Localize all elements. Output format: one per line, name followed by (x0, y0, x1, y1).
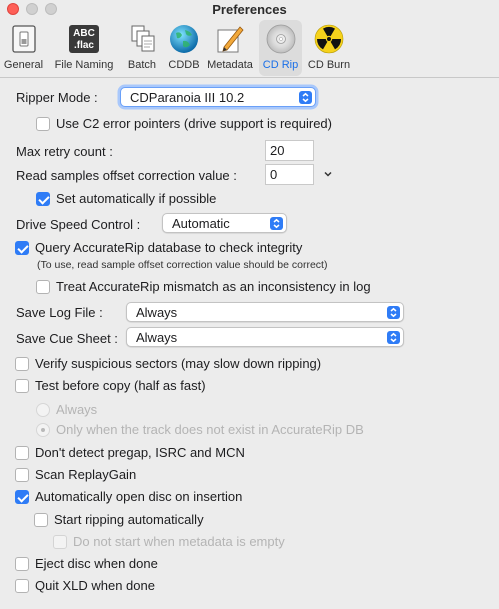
offset-label: Read samples offset correction value : (16, 168, 237, 183)
abc-flac-icon: ABC .flac (68, 23, 100, 55)
pencil-icon (214, 23, 246, 55)
window-title: Preferences (212, 2, 287, 17)
chevron-updown-icon (387, 331, 400, 344)
offset-input[interactable]: 0 (265, 164, 314, 185)
tab-label: Batch (127, 59, 157, 71)
save-log-popup[interactable]: Always (126, 302, 404, 322)
quit-checkbox[interactable] (15, 579, 29, 593)
chevron-updown-icon (387, 306, 400, 319)
tab-label: CD Burn (307, 59, 351, 71)
max-retry-input[interactable]: 20 (265, 140, 314, 161)
eject-checkbox[interactable] (15, 557, 29, 571)
preferences-toolbar: General ABC .flac File Naming Batch CDDB… (0, 20, 499, 78)
no-pregap-checkbox[interactable] (15, 446, 29, 460)
chevron-down-icon[interactable] (323, 167, 333, 182)
set-auto-label: Set automatically if possible (56, 191, 217, 206)
drive-speed-value: Automatic (172, 216, 230, 231)
svg-text:ABC: ABC (73, 28, 95, 39)
replaygain-label: Scan ReplayGain (35, 467, 137, 482)
verify-label: Verify suspicious sectors (may slow down… (35, 356, 322, 371)
ripper-mode-value: CDParanoia III 10.2 (130, 90, 245, 105)
save-cue-label: Save Cue Sheet : (16, 331, 118, 346)
save-cue-popup[interactable]: Always (126, 327, 404, 347)
max-retry-value: 20 (270, 143, 285, 158)
treat-mismatch-label: Treat AccurateRip mismatch as an inconsi… (56, 279, 371, 294)
test-only-when-label: Only when the track does not exist in Ac… (56, 422, 364, 437)
tab-file-naming[interactable]: ABC .flac File Naming (49, 20, 119, 76)
ripper-mode-popup[interactable]: CDParanoia III 10.2 (120, 87, 316, 107)
globe-icon (168, 23, 200, 55)
test-always-label: Always (56, 402, 98, 417)
quit-label: Quit XLD when done (35, 578, 155, 593)
save-cue-value: Always (136, 330, 178, 345)
tab-label: File Naming (54, 59, 114, 71)
treat-mismatch-checkbox[interactable] (36, 280, 50, 294)
tab-cddb[interactable]: CDDB (165, 20, 203, 76)
radiation-icon (313, 23, 345, 55)
tab-label: CD Rip (262, 59, 299, 71)
no-pregap-label: Don't detect pregap, ISRC and MCN (35, 445, 245, 460)
accuraterip-note: (To use, read sample offset correction v… (37, 259, 328, 271)
start-auto-checkbox[interactable] (34, 513, 48, 527)
drive-speed-label: Drive Speed Control : (16, 217, 141, 232)
tab-label: CDDB (168, 59, 200, 71)
verify-checkbox[interactable] (15, 357, 29, 371)
save-log-value: Always (136, 305, 178, 320)
test-always-radio[interactable] (36, 403, 50, 417)
accuraterip-checkbox[interactable] (15, 241, 29, 255)
auto-open-checkbox[interactable] (15, 490, 29, 504)
max-retry-label: Max retry count : (16, 144, 113, 159)
start-auto-label: Start ripping automatically (54, 512, 204, 527)
eject-label: Eject disc when done (35, 556, 158, 571)
svg-text:.flac: .flac (74, 40, 94, 51)
tab-label: Metadata (207, 59, 253, 71)
save-log-label: Save Log File : (16, 305, 103, 320)
test-only-when-radio[interactable] (36, 423, 50, 437)
tab-batch[interactable]: Batch (121, 20, 163, 76)
replaygain-checkbox[interactable] (15, 468, 29, 482)
ripper-mode-label: Ripper Mode : (16, 90, 98, 105)
tab-general[interactable]: General (0, 20, 47, 76)
tab-cd-burn[interactable]: CD Burn (304, 20, 354, 76)
test-before-checkbox[interactable] (15, 379, 29, 393)
tab-label: General (3, 59, 44, 71)
no-start-meta-label: Do not start when metadata is empty (73, 534, 285, 549)
test-before-label: Test before copy (half as fast) (35, 378, 206, 393)
chevron-updown-icon (270, 217, 283, 230)
use-c2-label: Use C2 error pointers (drive support is … (56, 116, 332, 131)
documents-icon (126, 23, 158, 55)
accuraterip-label: Query AccurateRip database to check inte… (35, 240, 303, 255)
offset-value: 0 (270, 167, 278, 182)
tab-metadata[interactable]: Metadata (203, 20, 257, 76)
switch-icon (8, 23, 40, 55)
set-auto-checkbox[interactable] (36, 192, 50, 206)
auto-open-label: Automatically open disc on insertion (35, 489, 243, 504)
tab-cd-rip[interactable]: CD Rip (259, 20, 302, 76)
title-bar: Preferences (0, 0, 499, 20)
drive-speed-popup[interactable]: Automatic (162, 213, 287, 233)
chevron-updown-icon (299, 91, 312, 104)
no-start-meta-checkbox[interactable] (53, 535, 67, 549)
use-c2-checkbox[interactable] (36, 117, 50, 131)
disc-icon (265, 23, 297, 55)
